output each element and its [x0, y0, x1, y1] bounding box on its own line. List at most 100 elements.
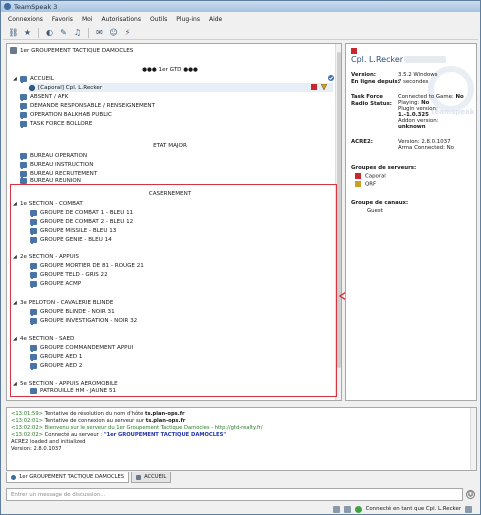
channel-icon [20, 170, 27, 178]
highlight-box [10, 184, 337, 397]
version-value: 3.5.2 Windows [398, 72, 438, 78]
tab-server[interactable]: 1er GROUPEMENT TACTIQUE DAMOCLES [6, 472, 130, 483]
speaker-mute-icon[interactable]: ♫ [72, 28, 83, 38]
channel-demande[interactable]: DEMANDE RESPONSABLE / RENSEIGNEMENT [20, 101, 155, 110]
teamspeak-app-icon [4, 3, 11, 10]
connection-info-icon[interactable] [332, 505, 340, 513]
tfr-label: Task Force Radio Status: [351, 94, 392, 107]
connect-icon[interactable]: ⛓ [8, 28, 19, 38]
channel-icon [20, 111, 27, 119]
server-name: 1er GROUPEMENT TACTIQUE DAMOCLES [20, 47, 134, 54]
plugin-icon[interactable]: ⚡ [122, 28, 133, 38]
qrf-icon [355, 181, 361, 187]
channel-icon [20, 120, 27, 128]
connected-status-icon [354, 505, 362, 513]
title-bar: TeamSpeak 3 [1, 1, 480, 12]
rank-badge-icon [351, 48, 357, 54]
toolbar-divider [88, 27, 89, 38]
menu-plugins[interactable]: Plug-ins [176, 16, 200, 23]
log-line: ACRE2 loaded and initialized [11, 439, 86, 445]
channel-icon [20, 93, 27, 101]
channel-label: TASK FORCE BOLLORE [30, 120, 93, 127]
acre-arma: Arma Connected: No [398, 145, 454, 151]
channel-group-value: Guest [367, 208, 383, 214]
channel-icon [20, 102, 27, 110]
server-row[interactable]: 1er GROUPEMENT TACTIQUE DAMOCLES [10, 46, 133, 55]
menu-aide[interactable]: Aide [209, 16, 222, 23]
channel-icon [20, 75, 27, 83]
log-scrollbar[interactable] [470, 408, 476, 470]
channel-icon [20, 161, 27, 169]
channel-tf-bollore[interactable]: TASK FORCE BOLLORE [20, 119, 92, 128]
channel-label: BUREAU INSTRUCTION [30, 161, 94, 168]
caporal-icon [355, 173, 361, 179]
toolbar-divider [38, 27, 39, 38]
channel-bureau-instruction[interactable]: BUREAU INSTRUCTION [20, 160, 93, 169]
client-name: Cpl. L.Recker [351, 55, 404, 64]
user-icon[interactable]: ☺ [108, 28, 119, 38]
chat-input[interactable]: Entrer un message de discussion... [6, 488, 463, 501]
menu-moi[interactable]: Moi [82, 16, 93, 23]
toolbar: ⛓ ★ ◐ ✎ ♫ ✉ ☺ ⚡ [3, 26, 478, 40]
status-bar: Connecté en tant que Cpl. L.Recker [3, 504, 478, 514]
server-log: <13:01:59> Tentative de résolution du no… [6, 407, 477, 471]
user-row-recker[interactable]: [Caporal] Cpl. L.Recker [29, 83, 333, 92]
log-line: <13:02:02> Bienvenu sur le serveur du 1e… [11, 425, 263, 431]
chat-icon[interactable]: ✉ [94, 28, 105, 38]
log-line: <13:02:01> Tentative de connexion au ser… [11, 418, 186, 424]
server-groups-label: Groupes de serveurs: [351, 165, 417, 171]
menu-autorisations[interactable]: Autorisations [101, 16, 141, 23]
online-label: En ligne depuis: [351, 79, 400, 85]
spacer-etat-major: ETAT MAJOR [7, 141, 333, 150]
channel-bureau-recrutement[interactable]: BUREAU RECRUTEMENT [20, 169, 97, 178]
menu-outils[interactable]: Outils [150, 16, 167, 23]
channel-label: DEMANDE RESPONSABLE / RENSEIGNEMENT [30, 102, 155, 109]
channel-label: BUREAU OPERATION [30, 152, 88, 159]
channel-balkhab[interactable]: OPERATION BALKHAB PUBLIC [20, 110, 112, 119]
spacer-label: ●●● 1er GTD ●●● [142, 66, 198, 73]
bookmark-icon[interactable]: ★ [22, 28, 33, 38]
menu-connexions[interactable]: Connexions [8, 16, 43, 23]
server-tab-icon [11, 474, 16, 480]
away-icon[interactable]: ◐ [44, 28, 55, 38]
spacer-gtd: ●●● 1er GTD ●●● [7, 65, 333, 74]
channel-accueil[interactable]: ◢ ACCUEIL [13, 74, 333, 83]
channel-label: ABSENT / AFK [30, 93, 69, 100]
channel-group-label: Groupe de canaux: [351, 200, 409, 206]
menu-favoris[interactable]: Favoris [52, 16, 73, 23]
chat-tabs: 1er GROUPEMENT TACTIQUE DAMOCLES ACCUEIL [6, 472, 172, 483]
online-value: 7 secondes [398, 79, 429, 85]
channel-label: ACCUEIL [30, 75, 54, 82]
version-label: Version: [351, 72, 376, 78]
redacted-block [404, 56, 446, 63]
channel-tab-icon [136, 474, 142, 480]
teamspeak-window: TeamSpeak 3 Connexions Favoris Moi Autor… [0, 0, 481, 515]
log-line: <13:01:59> Tentative de résolution du no… [11, 411, 185, 417]
rank-badge-icon [311, 84, 317, 90]
tab-channel[interactable]: ACCUEIL [131, 472, 172, 483]
scrollbar-thumb[interactable] [337, 52, 341, 368]
channel-bureau-operation[interactable]: BUREAU OPERATION [20, 151, 87, 160]
server-group-caporal: Caporal [355, 173, 386, 180]
log-line: <13:02:02> Connecté au serveur : "1er GR… [11, 432, 227, 438]
user-talk-icon [29, 84, 35, 91]
channel-absent[interactable]: ABSENT / AFK [20, 92, 68, 101]
mic-mute-icon[interactable]: ✎ [58, 28, 69, 38]
client-info-panel: teamspeak Cpl. L.Recker Version: 3.5.2 W… [345, 43, 477, 401]
user-name: [Caporal] Cpl. L.Recker [38, 84, 103, 91]
server-icon [10, 47, 17, 54]
server-group-qrf: QRF [355, 181, 376, 188]
verified-icon [328, 75, 334, 81]
log-line: Version: 2.8.0.1037 [11, 446, 62, 452]
channel-label: OPERATION BALKHAB PUBLIC [30, 111, 112, 118]
bandwidth-icon [465, 505, 472, 513]
status-text: Connecté en tant que Cpl. L.Recker [365, 506, 461, 512]
qrf-badge-icon [321, 84, 327, 90]
emoticon-icon[interactable]: ☺ [466, 490, 475, 499]
channel-icon [20, 152, 27, 160]
tfr-addon-value: unknown [398, 124, 426, 130]
channel-label: BUREAU RECRUTEMENT [30, 170, 98, 177]
menu-bar: Connexions Favoris Moi Autorisations Out… [3, 14, 478, 24]
news-icon[interactable] [343, 505, 351, 513]
collapse-arrow-icon[interactable]: ◢ [13, 76, 18, 82]
